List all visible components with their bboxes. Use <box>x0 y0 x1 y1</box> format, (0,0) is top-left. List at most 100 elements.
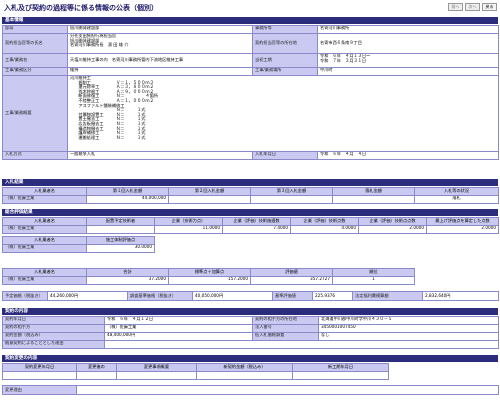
bid-round-3 <box>250 195 333 204</box>
col-header: 入札等の状況 <box>414 187 499 196</box>
work-name-value: 天塩川維持工事の内 名寄河川事務所管内下流地区維持工事 <box>67 53 253 68</box>
change-cell <box>196 371 293 380</box>
contract-amount-label: 契約金額（税込み） <box>2 332 105 341</box>
score-cell: 2.0000 <box>426 225 499 234</box>
rank-cell: 1 <box>332 276 415 285</box>
bidder-name: （株）佐藤工業 <box>2 225 87 234</box>
negotiated-reason-value <box>104 340 499 349</box>
office-address-value: 名寄市西６条南９丁目 <box>317 33 499 54</box>
table-row: （株）佐藤工業 37.2000 157.2000 357.2727 1 <box>2 276 499 285</box>
change-reason-value <box>76 385 499 395</box>
col-header: 第１回入札金額 <box>86 187 169 196</box>
col-header: 入札業者名 <box>2 187 87 196</box>
score-cell: 4.0000 <box>290 225 359 234</box>
table-row: （株）佐藤工業 30.0000 <box>2 244 499 253</box>
section-bid-results: 入札結果 <box>2 179 498 186</box>
col-header: 新契約金額（税込み） <box>196 363 293 372</box>
place-label: 工事/業務場所 <box>252 67 318 76</box>
welfare-value: 2,832,640円 <box>422 291 499 301</box>
col-header: 企業（評価）技術施適数 <box>222 217 291 226</box>
basic-info-table: 部局 旭川開発建設部 事務所等 名寄河川事務所 契約担当官等の氏名 分任支出負担… <box>2 25 499 160</box>
bureau-label: 部局 <box>2 25 68 34</box>
score-cell: 11.0000 <box>154 225 223 234</box>
top-bar: 入札及び契約の過程等に係る情報の公表（個別） 前へ 次へ 戻る <box>0 0 500 14</box>
score-cell: 37.2000 <box>86 276 169 285</box>
corp-number-label: 法人番号 <box>252 324 319 333</box>
period-value: 令和 ６年 ４月１３日～ 令和 ７年 ３月３１日 <box>317 53 499 68</box>
estimate-value: 44,260,000円 <box>47 291 128 301</box>
bidder-name: （株）佐藤工業 <box>2 276 87 285</box>
score-cell: 30.0000 <box>86 244 155 253</box>
table-row: （株）佐藤工業 44,000,000 落札 <box>2 195 499 204</box>
ratio-value: 225.9376 <box>312 291 353 301</box>
bid-status: 落札 <box>414 195 499 204</box>
summary-line: 運搬処理工 Ｎ＝ １式 <box>70 134 146 140</box>
bid-method-value: 一般競争入札 <box>67 151 253 160</box>
col-header: 企業（技術力点） <box>154 217 223 226</box>
blank-cell <box>154 236 499 245</box>
welfare-label: 法定福利費模算額 <box>352 291 423 301</box>
award-amount <box>332 195 415 204</box>
blank-cell <box>414 268 499 277</box>
section-evaluation: 総合評価結果 <box>2 209 498 216</box>
office-address-label: 契約担当官等の所在地 <box>252 33 318 54</box>
bid-date-label: 入札年月日 <box>252 151 318 160</box>
corp-number-value: 3450001007450 <box>318 324 499 333</box>
col-header: 入札業者名 <box>2 217 87 226</box>
col-header: 契約変更年月日 <box>2 363 77 372</box>
change-reason-table: 変更理由 <box>2 385 499 395</box>
table-row: （株）佐藤工業 11.0000 7.4000 4.0000 2.0000 2.0… <box>2 225 499 234</box>
summary-label: 工事/業務概要 <box>2 75 68 152</box>
table-row <box>2 371 499 380</box>
dept-label: 事務所等 <box>252 25 318 34</box>
col-header: 合計 <box>86 268 169 277</box>
place-value: 中川町 <box>317 67 499 76</box>
score-cell: 357.2727 <box>250 276 333 285</box>
ratio-label: 基準評価値 <box>272 291 313 301</box>
low-bid-survey-label: 低入札価格調査 <box>252 332 319 341</box>
score-cell: 2.0000 <box>358 225 427 234</box>
col-header: 入札業者名 <box>2 268 87 277</box>
party-address-value: 北海道中川郡中川町字中川４３０－５ <box>318 316 499 325</box>
dept-value: 名寄河川事務所 <box>317 25 499 34</box>
section-contract-changes: 契約変更の内容 <box>2 355 498 362</box>
evaluation-table-1: 入札業者名 配置予定技術者 企業（技術力点） 企業（評価）技術施適数 企業（評価… <box>2 217 499 234</box>
evaluation-table-2: 入札業者名 施工体制評価点 （株）佐藤工業 30.0000 <box>2 236 499 253</box>
blank-cell <box>414 276 499 285</box>
bid-date-value: 令和 ６年 ４月 ４日 <box>317 151 499 160</box>
party-address-label: 契約の相手方の所在地 <box>252 316 319 325</box>
negotiated-reason-label: 随意契約によることとした理由 <box>2 340 105 349</box>
change-cell <box>116 371 197 380</box>
survey-value: 40,050,000円 <box>192 291 273 301</box>
col-header: 最上げ評価点を算定した点数 <box>426 217 499 226</box>
col-header: 入札業者名 <box>2 236 87 245</box>
bid-round-2 <box>168 195 251 204</box>
evaluation-table-3: 入札業者名 合計 標準点＋加算点 評価値 順位 （株）佐藤工業 37.2000 … <box>2 268 499 285</box>
next-button[interactable]: 次へ <box>465 3 480 11</box>
category-value: 維持 <box>67 67 253 76</box>
changes-table: 契約変更年月日 変更後の 変更事項概要 新契約金額（税込み） 新工期年月日 <box>2 363 499 380</box>
price-table: 予定価格（税抜き） 44,260,000円 調査基準価格（税抜き） 40,050… <box>2 291 499 301</box>
estimate-label: 予定価格（税抜き） <box>2 291 48 301</box>
col-header: 第２回入札金額 <box>168 187 251 196</box>
bidder-name: （株）佐藤工業 <box>2 195 87 204</box>
low-bid-survey-value: なし <box>318 332 499 341</box>
work-name-label: 工事/業務名 <box>2 53 68 68</box>
back-button[interactable]: 戻る <box>482 3 497 11</box>
officer-line: 名寄河川事務所長 濱 田 雄 介 <box>70 42 129 48</box>
section-basic-info: 基本情報 <box>2 17 498 24</box>
party-label: 契約の相手方 <box>2 324 105 333</box>
contract-amount-value: 48,400,000円 <box>104 332 253 341</box>
score-cell: 7.4000 <box>222 225 291 234</box>
contract-date-label: 契約年月日 <box>2 316 105 325</box>
bid-round-1: 44,000,000 <box>86 195 169 204</box>
col-header: 企業（評価）技術点数 <box>290 217 359 226</box>
page-title: 入札及び契約の過程等に係る情報の公表（個別） <box>4 4 158 12</box>
col-header: 標準点＋加算点 <box>168 268 251 277</box>
prev-button[interactable]: 前へ <box>448 3 463 11</box>
party-value: （株）佐藤工業 <box>104 324 253 333</box>
change-cell <box>292 371 389 380</box>
col-header: 順位 <box>332 268 415 277</box>
officer-label: 契約担当官等の氏名 <box>2 33 68 54</box>
score-cell: 157.2000 <box>168 276 251 285</box>
